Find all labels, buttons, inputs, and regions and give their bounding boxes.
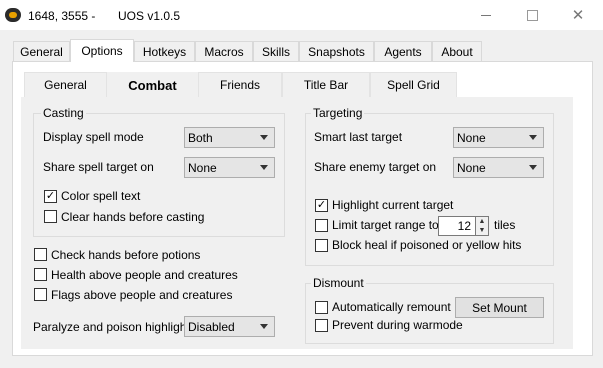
share-spell-target-value: None [188,160,217,175]
display-spell-mode-select[interactable]: Both [184,127,275,148]
tab-hotkeys[interactable]: Hotkeys [134,41,195,61]
spin-up-icon: ▲ [478,218,486,225]
tab-macros[interactable]: Macros [195,41,253,61]
targeting-group-title: Targeting [311,106,365,120]
subtab-spell-grid[interactable]: Spell Grid [370,72,457,97]
limit-range-spinner[interactable]: ▲ ▼ [476,216,489,236]
color-spell-text-label: Color spell text [61,189,141,203]
share-enemy-target-select[interactable]: None [453,157,544,178]
share-spell-target-label: Share spell target on [43,160,154,174]
tab-general[interactable]: General [13,41,70,61]
display-spell-mode-value: Both [188,130,213,145]
share-enemy-target-value: None [457,160,486,175]
subtab-general[interactable]: General [24,72,107,97]
chevron-down-icon [260,135,268,140]
title-bar: 1648, 3555 - UOS v1.0.5 ✕ [0,0,603,30]
minimize-icon [481,14,491,16]
share-spell-target-select[interactable]: None [184,157,275,178]
paralyze-highlight-label: Paralyze and poison highlight [33,320,190,334]
chevron-down-icon [260,165,268,170]
block-heal-checkbox[interactable] [315,239,328,252]
color-spell-text-checkbox[interactable]: ✓ [44,190,57,203]
tiles-label: tiles [494,218,516,232]
subtab-title-bar[interactable]: Title Bar [282,72,370,97]
flags-above-checkbox[interactable] [34,288,47,301]
spin-down-icon: ▼ [478,227,486,234]
casting-group-title: Casting [41,106,86,120]
tab-about[interactable]: About [432,41,482,61]
health-above-label: Health above people and creatures [51,268,238,282]
chevron-down-icon [260,324,268,329]
share-enemy-target-label: Share enemy target on [314,160,437,174]
smart-last-target-select[interactable]: None [453,127,544,148]
health-above-checkbox[interactable] [34,268,47,281]
paralyze-highlight-select[interactable]: Disabled [184,316,275,337]
limit-range-input[interactable]: 12 [438,216,476,236]
maximize-button[interactable] [509,0,555,30]
tab-agents[interactable]: Agents [374,41,432,61]
subtab-friends[interactable]: Friends [198,72,282,97]
chevron-down-icon [529,165,537,170]
clear-hands-label: Clear hands before casting [61,210,205,224]
check-hands-checkbox[interactable] [34,248,47,261]
dismount-group-title: Dismount [311,276,366,290]
block-heal-label: Block heal if poisoned or yellow hits [332,238,522,252]
maximize-icon [526,9,538,21]
subtab-combat[interactable]: Combat [107,72,198,98]
app-icon [5,8,21,22]
flags-above-label: Flags above people and creatures [51,288,233,302]
highlight-target-checkbox[interactable]: ✓ [315,199,328,212]
prevent-warmode-checkbox[interactable] [315,319,328,332]
smart-last-target-label: Smart last target [314,130,403,144]
chevron-down-icon [529,135,537,140]
close-button[interactable]: ✕ [555,0,601,30]
highlight-target-label: Highlight current target [332,198,454,212]
set-mount-button[interactable]: Set Mount [455,297,544,318]
tab-snapshots[interactable]: Snapshots [299,41,374,61]
tab-options[interactable]: Options [70,39,134,62]
checkmark-icon: ✓ [45,190,56,202]
minimize-button[interactable] [463,0,509,30]
paralyze-highlight-value: Disabled [188,319,235,334]
display-spell-mode-label: Display spell mode [43,130,144,144]
close-icon: ✕ [571,7,585,24]
limit-range-checkbox[interactable] [315,219,328,232]
auto-remount-checkbox[interactable] [315,301,328,314]
tab-skills[interactable]: Skills [253,41,299,61]
window-title: 1648, 3555 - [28,9,96,23]
window-app-name: UOS v1.0.5 [118,9,181,23]
clear-hands-checkbox[interactable] [44,210,57,223]
checkmark-icon: ✓ [316,199,327,211]
check-hands-label: Check hands before potions [51,248,201,262]
limit-range-label: Limit target range to [332,218,439,232]
auto-remount-label: Automatically remount [332,300,451,314]
smart-last-target-value: None [457,130,486,145]
prevent-warmode-label: Prevent during warmode [332,318,463,332]
